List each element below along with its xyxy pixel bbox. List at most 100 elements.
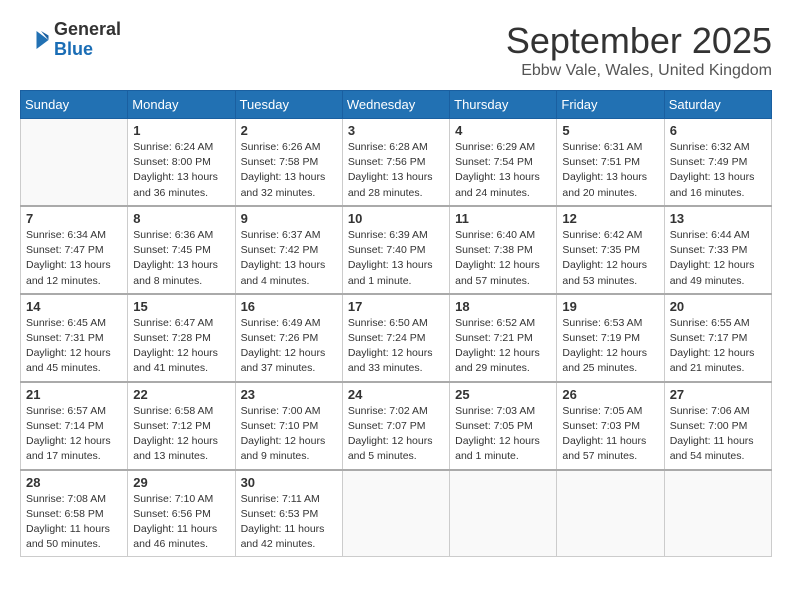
calendar-week-row: 14Sunrise: 6:45 AM Sunset: 7:31 PM Dayli… (21, 294, 772, 382)
month-title: September 2025 (506, 20, 772, 62)
calendar-cell: 4 Sunrise: 6:29 AM Sunset: 7:54 PM Daylig… (450, 119, 557, 206)
day-number: 6 (670, 123, 766, 138)
day-info: Sunrise: 6:47 AM Sunset: 7:28 PM Dayligh… (133, 316, 229, 377)
day-info: Sunrise: 6:49 AM Sunset: 7:26 PM Dayligh… (241, 316, 337, 377)
day-number: 19 (562, 299, 658, 314)
day-header-thursday: Thursday (450, 91, 557, 119)
day-info: Sunrise: 6:52 AM Sunset: 7:21 PM Dayligh… (455, 316, 551, 377)
day-header-wednesday: Wednesday (342, 91, 449, 119)
calendar-header-row: SundayMondayTuesdayWednesdayThursdayFrid… (21, 91, 772, 119)
day-number: 7 (26, 211, 122, 226)
calendar-cell: 25Sunrise: 7:03 AM Sunset: 7:05 PM Dayli… (450, 382, 557, 470)
day-number: 13 (670, 211, 766, 226)
day-number: 14 (26, 299, 122, 314)
title-block: September 2025 Ebbw Vale, Wales, United … (506, 20, 772, 80)
calendar-cell: 23Sunrise: 7:00 AM Sunset: 7:10 PM Dayli… (235, 382, 342, 470)
day-info: Sunrise: 7:08 AM Sunset: 6:58 PM Dayligh… (26, 492, 122, 553)
calendar-cell: 20 Sunrise: 6:55 AM Sunset: 7:17 PM Dayli… (664, 294, 771, 382)
day-number: 1 (133, 123, 229, 138)
calendar-cell (664, 470, 771, 557)
day-number: 9 (241, 211, 337, 226)
day-number: 15 (133, 299, 229, 314)
day-number: 18 (455, 299, 551, 314)
day-header-tuesday: Tuesday (235, 91, 342, 119)
calendar-cell: 14Sunrise: 6:45 AM Sunset: 7:31 PM Dayli… (21, 294, 128, 382)
calendar-week-row: 28 Sunrise: 7:08 AM Sunset: 6:58 PM Dayli… (21, 470, 772, 557)
calendar-cell: 3Sunrise: 6:28 AM Sunset: 7:56 PM Daylig… (342, 119, 449, 206)
calendar-cell: 5Sunrise: 6:31 AM Sunset: 7:51 PM Daylig… (557, 119, 664, 206)
calendar-cell (21, 119, 128, 206)
calendar-week-row: 21 Sunrise: 6:57 AM Sunset: 7:14 PM Dayli… (21, 382, 772, 470)
calendar-cell: 6 Sunrise: 6:32 AM Sunset: 7:49 PM Daylig… (664, 119, 771, 206)
day-number: 8 (133, 211, 229, 226)
day-header-friday: Friday (557, 91, 664, 119)
day-number: 27 (670, 387, 766, 402)
day-info: Sunrise: 6:40 AM Sunset: 7:38 PM Dayligh… (455, 228, 551, 289)
calendar-cell: 7 Sunrise: 6:34 AM Sunset: 7:47 PM Daylig… (21, 206, 128, 294)
day-info: Sunrise: 7:02 AM Sunset: 7:07 PM Dayligh… (348, 404, 444, 465)
day-info: Sunrise: 6:36 AM Sunset: 7:45 PM Dayligh… (133, 228, 229, 289)
day-info: Sunrise: 6:44 AM Sunset: 7:33 PM Dayligh… (670, 228, 766, 289)
day-number: 22 (133, 387, 229, 402)
logo: General Blue (20, 20, 121, 60)
calendar-cell: 30Sunrise: 7:11 AM Sunset: 6:53 PM Dayli… (235, 470, 342, 557)
day-info: Sunrise: 7:05 AM Sunset: 7:03 PM Dayligh… (562, 404, 658, 465)
day-number: 5 (562, 123, 658, 138)
day-info: Sunrise: 6:32 AM Sunset: 7:49 PM Dayligh… (670, 140, 766, 201)
day-info: Sunrise: 7:06 AM Sunset: 7:00 PM Dayligh… (670, 404, 766, 465)
calendar-cell: 11 Sunrise: 6:40 AM Sunset: 7:38 PM Dayli… (450, 206, 557, 294)
day-number: 16 (241, 299, 337, 314)
day-number: 26 (562, 387, 658, 402)
calendar-cell: 24 Sunrise: 7:02 AM Sunset: 7:07 PM Dayli… (342, 382, 449, 470)
logo-general: General (54, 20, 121, 40)
logo-blue: Blue (54, 40, 121, 60)
day-info: Sunrise: 6:24 AM Sunset: 8:00 PM Dayligh… (133, 140, 229, 201)
day-info: Sunrise: 6:37 AM Sunset: 7:42 PM Dayligh… (241, 228, 337, 289)
calendar-cell: 10 Sunrise: 6:39 AM Sunset: 7:40 PM Dayli… (342, 206, 449, 294)
day-number: 28 (26, 475, 122, 490)
day-number: 12 (562, 211, 658, 226)
day-header-saturday: Saturday (664, 91, 771, 119)
page-header: General Blue September 2025 Ebbw Vale, W… (20, 20, 772, 80)
day-header-monday: Monday (128, 91, 235, 119)
calendar-cell: 12 Sunrise: 6:42 AM Sunset: 7:35 PM Dayli… (557, 206, 664, 294)
day-info: Sunrise: 6:26 AM Sunset: 7:58 PM Dayligh… (241, 140, 337, 201)
day-number: 30 (241, 475, 337, 490)
calendar-cell: 21 Sunrise: 6:57 AM Sunset: 7:14 PM Dayli… (21, 382, 128, 470)
day-number: 24 (348, 387, 444, 402)
day-number: 21 (26, 387, 122, 402)
calendar-cell: 22Sunrise: 6:58 AM Sunset: 7:12 PM Dayli… (128, 382, 235, 470)
day-info: Sunrise: 6:50 AM Sunset: 7:24 PM Dayligh… (348, 316, 444, 377)
day-number: 10 (348, 211, 444, 226)
calendar-cell: 19 Sunrise: 6:53 AM Sunset: 7:19 PM Dayli… (557, 294, 664, 382)
calendar-cell: 9 Sunrise: 6:37 AM Sunset: 7:42 PM Daylig… (235, 206, 342, 294)
day-number: 4 (455, 123, 551, 138)
calendar-cell (450, 470, 557, 557)
calendar-week-row: 7 Sunrise: 6:34 AM Sunset: 7:47 PM Daylig… (21, 206, 772, 294)
day-info: Sunrise: 6:53 AM Sunset: 7:19 PM Dayligh… (562, 316, 658, 377)
day-number: 3 (348, 123, 444, 138)
calendar-week-row: 1 Sunrise: 6:24 AM Sunset: 8:00 PM Daylig… (21, 119, 772, 206)
calendar-cell: 17 Sunrise: 6:50 AM Sunset: 7:24 PM Dayli… (342, 294, 449, 382)
day-number: 17 (348, 299, 444, 314)
day-number: 11 (455, 211, 551, 226)
day-number: 23 (241, 387, 337, 402)
day-info: Sunrise: 6:29 AM Sunset: 7:54 PM Dayligh… (455, 140, 551, 201)
day-info: Sunrise: 6:57 AM Sunset: 7:14 PM Dayligh… (26, 404, 122, 465)
day-info: Sunrise: 7:10 AM Sunset: 6:56 PM Dayligh… (133, 492, 229, 553)
day-info: Sunrise: 6:55 AM Sunset: 7:17 PM Dayligh… (670, 316, 766, 377)
calendar-cell: 28 Sunrise: 7:08 AM Sunset: 6:58 PM Dayli… (21, 470, 128, 557)
calendar-cell: 2Sunrise: 6:26 AM Sunset: 7:58 PM Daylig… (235, 119, 342, 206)
calendar-cell: 15 Sunrise: 6:47 AM Sunset: 7:28 PM Dayli… (128, 294, 235, 382)
day-info: Sunrise: 6:34 AM Sunset: 7:47 PM Dayligh… (26, 228, 122, 289)
calendar-table: SundayMondayTuesdayWednesdayThursdayFrid… (20, 90, 772, 557)
logo-text: General Blue (54, 20, 121, 60)
day-number: 25 (455, 387, 551, 402)
day-number: 20 (670, 299, 766, 314)
location-subtitle: Ebbw Vale, Wales, United Kingdom (506, 62, 772, 80)
day-info: Sunrise: 6:42 AM Sunset: 7:35 PM Dayligh… (562, 228, 658, 289)
day-info: Sunrise: 6:39 AM Sunset: 7:40 PM Dayligh… (348, 228, 444, 289)
calendar-cell (342, 470, 449, 557)
calendar-cell: 26 Sunrise: 7:05 AM Sunset: 7:03 PM Dayli… (557, 382, 664, 470)
calendar-cell: 1 Sunrise: 6:24 AM Sunset: 8:00 PM Daylig… (128, 119, 235, 206)
